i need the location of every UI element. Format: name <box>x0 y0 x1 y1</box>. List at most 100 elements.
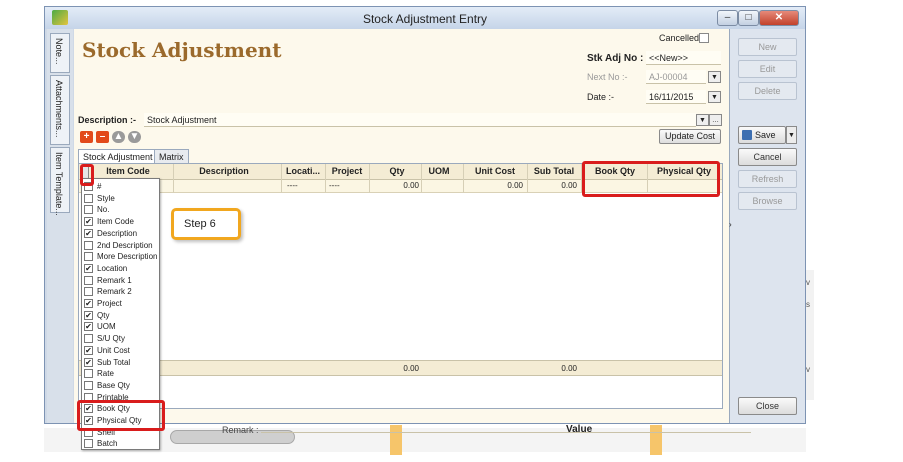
column-option[interactable]: Batch <box>84 438 160 449</box>
side-tab-strip: Note... Attachments... Item Template... <box>47 29 73 423</box>
column-option-label: Batch <box>97 439 118 449</box>
highlight-new-columns <box>582 161 720 197</box>
column-option[interactable]: No. <box>84 204 160 215</box>
column-option[interactable]: More Description <box>84 251 160 262</box>
column-option-checkbox[interactable]: ✔ <box>84 310 93 320</box>
column-option[interactable]: S/U Qty <box>84 333 160 344</box>
column-option[interactable]: ✔ Project <box>84 298 160 309</box>
edge-label: v <box>806 365 810 374</box>
save-button[interactable]: Save <box>738 126 786 144</box>
remove-icon[interactable]: – <box>96 131 109 143</box>
edge-label: v <box>806 278 810 287</box>
column-option[interactable]: ✔ Item Code <box>84 216 160 227</box>
col-location[interactable]: Locati... <box>283 166 323 176</box>
move-up-icon[interactable]: ▲ <box>112 131 125 143</box>
delete-button[interactable]: Delete <box>738 82 797 100</box>
col-item-code[interactable]: Item Code <box>95 166 161 176</box>
next-no-dropdown[interactable]: ▼ <box>708 71 721 83</box>
tab-matrix[interactable]: Matrix <box>154 149 189 163</box>
column-option-checkbox[interactable]: ✔ <box>84 299 93 308</box>
close-button[interactable]: Close <box>738 397 797 415</box>
save-disk-icon <box>742 130 752 140</box>
highlight-selected-options <box>77 400 165 431</box>
grid-divider <box>281 164 282 193</box>
attachments-tab[interactable]: Attachments... <box>50 75 70 145</box>
edge-label: s <box>806 300 810 309</box>
new-button[interactable]: New <box>738 38 797 56</box>
column-option-checkbox[interactable]: ✔ <box>84 228 93 238</box>
update-cost-button[interactable]: Update Cost <box>659 129 721 144</box>
column-option[interactable]: Remark 1 <box>84 275 160 286</box>
minimize-button[interactable]: – <box>717 10 738 26</box>
column-option-label: # <box>97 182 102 191</box>
description-dropdown[interactable]: ▼ <box>696 114 709 126</box>
date-picker-button[interactable]: ▼ <box>708 91 721 103</box>
column-option-label: Item Code <box>97 217 134 227</box>
date-field[interactable]: 16/11/2015 <box>646 90 706 104</box>
col-project[interactable]: Project <box>327 166 367 176</box>
column-option[interactable]: # <box>84 181 160 192</box>
panel-expand-arrow-icon[interactable]: › <box>729 220 732 229</box>
add-icon[interactable]: + <box>80 131 93 143</box>
cancelled-checkbox[interactable] <box>699 33 709 43</box>
column-option-checkbox[interactable] <box>84 380 93 390</box>
column-option-checkbox[interactable]: ✔ <box>84 345 93 355</box>
screen: Value v s v Stock Adjustment Entry – □ ✕… <box>0 0 903 462</box>
col-description[interactable]: Description <box>175 166 273 176</box>
col-unit-cost[interactable]: Unit Cost <box>465 166 525 176</box>
column-option-checkbox[interactable] <box>84 240 93 250</box>
remark-field[interactable] <box>261 432 751 433</box>
column-option-checkbox[interactable] <box>84 193 93 203</box>
column-option[interactable]: Remark 2 <box>84 286 160 297</box>
column-option-label: Base Qty <box>97 380 130 390</box>
col-uom[interactable]: UOM <box>419 166 459 176</box>
stk-adj-no-field[interactable]: <<New>> <box>646 51 721 65</box>
note-tab[interactable]: Note... <box>50 33 70 73</box>
column-option[interactable]: Rate <box>84 368 160 379</box>
move-down-icon[interactable]: ▼ <box>128 131 141 143</box>
column-option-label: Location <box>97 263 128 273</box>
item-grid: Item Code Description Locati... Project … <box>78 163 723 409</box>
tab-stock-adjustment[interactable]: Stock Adjustment <box>78 149 158 163</box>
column-option[interactable]: ✔ Description <box>84 228 160 239</box>
save-label: Save <box>755 130 776 140</box>
refresh-button[interactable]: Refresh <box>738 170 797 188</box>
column-option[interactable]: ✔ Unit Cost <box>84 345 160 356</box>
title-bar[interactable]: Stock Adjustment Entry – □ ✕ <box>45 7 805 29</box>
column-option-checkbox[interactable]: ✔ <box>84 217 93 227</box>
save-options-dropdown[interactable]: ▼ <box>786 126 797 144</box>
description-field[interactable]: Stock Adjustment <box>144 113 696 127</box>
column-option-checkbox[interactable] <box>84 439 93 449</box>
column-option[interactable]: ✔ Sub Total <box>84 357 160 368</box>
column-option-label: No. <box>97 205 110 215</box>
maximize-button[interactable]: □ <box>738 10 759 26</box>
column-option-checkbox[interactable] <box>84 287 93 297</box>
column-option[interactable]: ✔ UOM <box>84 321 160 332</box>
column-option[interactable]: ✔ Location <box>84 263 160 274</box>
close-window-button[interactable]: ✕ <box>759 10 799 26</box>
edit-button[interactable]: Edit <box>738 60 797 78</box>
column-option-checkbox[interactable] <box>84 334 93 344</box>
column-option-checkbox[interactable]: ✔ <box>84 322 93 332</box>
column-option-label: Project <box>97 299 122 308</box>
page-title: Stock Adjustment <box>82 38 282 62</box>
column-option[interactable]: Base Qty <box>84 380 160 391</box>
column-option[interactable]: 2nd Description <box>84 240 160 251</box>
column-option-checkbox[interactable] <box>84 369 93 379</box>
column-option-checkbox[interactable] <box>84 275 93 285</box>
column-option[interactable]: ✔ Qty <box>84 310 160 321</box>
col-qty[interactable]: Qty <box>371 166 423 176</box>
column-option-checkbox[interactable]: ✔ <box>84 357 93 367</box>
col-sub-total[interactable]: Sub Total <box>529 166 579 176</box>
column-option[interactable]: Style <box>84 193 160 204</box>
total-sub-total: 0.00 <box>561 364 577 373</box>
column-option-checkbox[interactable] <box>84 205 93 215</box>
description-more-button[interactable]: … <box>709 114 722 126</box>
item-template-tab[interactable]: Item Template... <box>50 147 70 216</box>
column-option-checkbox[interactable] <box>84 252 93 262</box>
next-no-field[interactable]: AJ-00004 <box>646 70 706 84</box>
column-option-label: Description <box>97 228 138 238</box>
column-option-checkbox[interactable]: ✔ <box>84 263 93 273</box>
browse-button[interactable]: Browse <box>738 192 797 210</box>
cancel-button[interactable]: Cancel <box>738 148 797 166</box>
